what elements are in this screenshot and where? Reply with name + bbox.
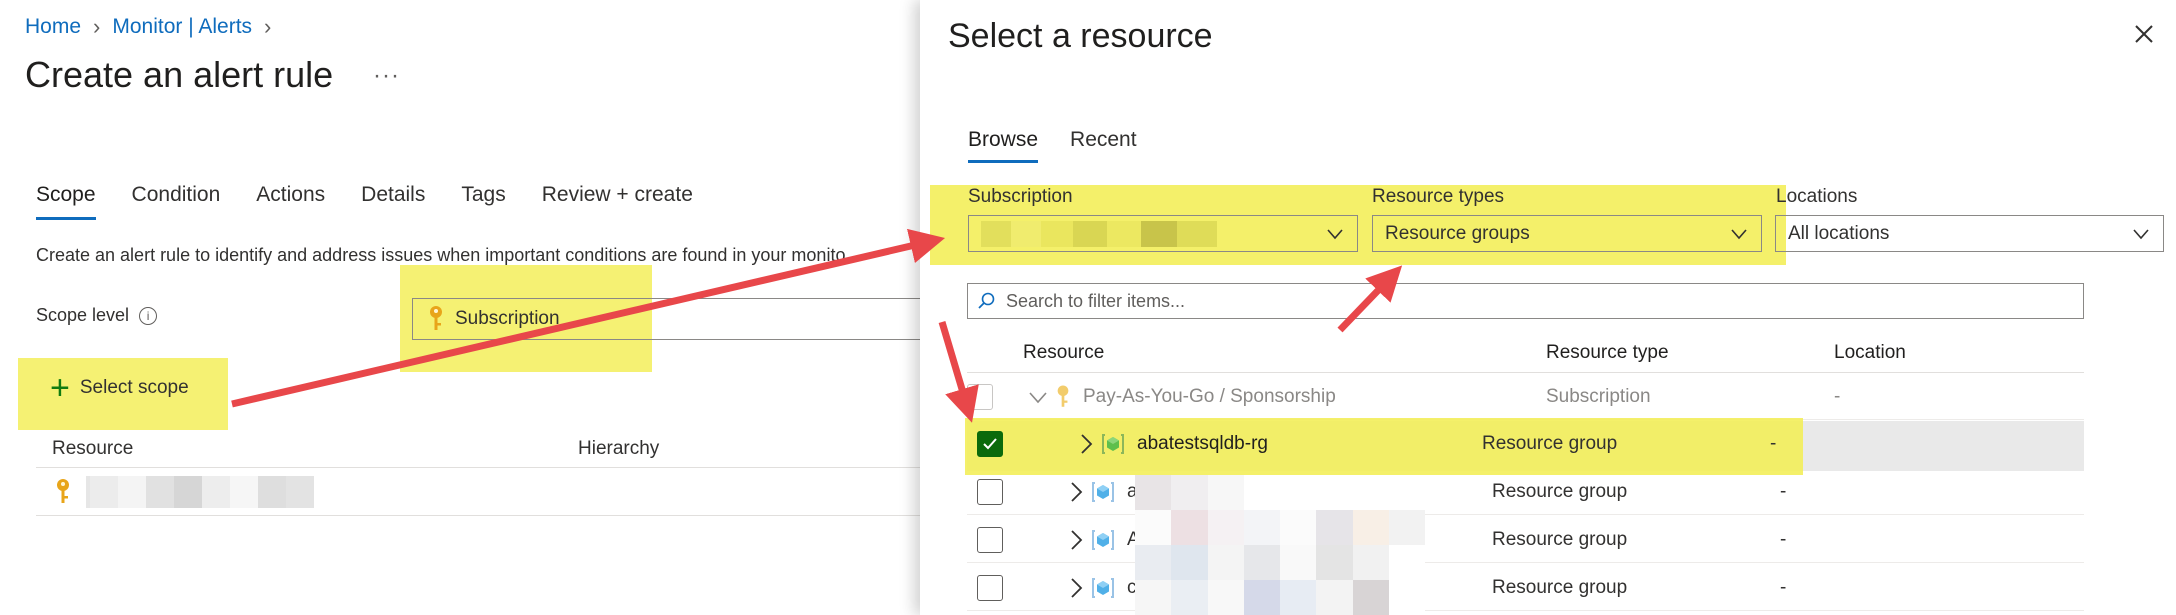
select-resource-blade: Select a resource Browse Recent Subscrip…	[920, 0, 2176, 615]
more-options-icon[interactable]: ···	[373, 62, 400, 90]
tab-actions[interactable]: Actions	[256, 183, 325, 220]
scope-level-value: Subscription	[455, 308, 560, 329]
resource-type: Resource group	[1492, 576, 1628, 598]
search-icon	[978, 292, 995, 309]
table-row	[36, 468, 920, 516]
locations-label: Locations	[1776, 186, 1858, 207]
row-checkbox-checked[interactable]	[977, 431, 1003, 457]
blade-title: Select a resource	[948, 17, 1213, 55]
locations-value: All locations	[1788, 222, 1890, 244]
subscription-label: Subscription	[968, 186, 1073, 207]
column-resource-type: Resource type	[1546, 341, 1669, 363]
search-input[interactable]: Search to filter items...	[967, 283, 2084, 319]
column-resource: Resource	[1023, 341, 1105, 363]
breadcrumb-home[interactable]: Home	[25, 15, 81, 39]
chevron-right-icon[interactable]	[1067, 528, 1085, 552]
breadcrumb-monitor-alerts[interactable]: Monitor | Alerts	[112, 15, 252, 39]
resource-group-icon	[1092, 481, 1114, 502]
key-icon	[1057, 384, 1069, 407]
chevron-right-icon[interactable]	[1077, 432, 1095, 456]
chevron-right-icon: ›	[264, 14, 272, 39]
resource-location: -	[1780, 576, 1787, 598]
column-resource: Resource	[52, 437, 134, 459]
tab-tags[interactable]: Tags	[461, 183, 505, 220]
row-checkbox[interactable]	[977, 478, 1003, 505]
tab-details[interactable]: Details	[361, 183, 425, 220]
tab-browse[interactable]: Browse	[968, 128, 1039, 163]
table-row[interactable]: abatestsqldb-rg Resource group -	[967, 421, 2084, 467]
resource-types-value: Resource groups	[1385, 222, 1530, 244]
redacted-text	[981, 220, 1217, 247]
info-icon[interactable]: i	[139, 306, 158, 325]
row-checkbox	[967, 383, 993, 410]
blade-tabs: Browse Recent	[968, 128, 1137, 163]
resource-type: Resource group	[1492, 480, 1628, 502]
column-hierarchy: Hierarchy	[578, 437, 660, 459]
plus-icon: +	[50, 369, 70, 407]
chevron-down-icon[interactable]	[1027, 386, 1049, 408]
chevron-down-icon	[1327, 229, 1343, 240]
chevron-right-icon[interactable]	[1067, 576, 1085, 600]
breadcrumb: Home › Monitor | Alerts ›	[25, 14, 271, 40]
resource-types-dropdown[interactable]: Resource groups	[1372, 215, 1762, 252]
resource-name: abatestsqldb-rg	[1137, 433, 1268, 454]
column-location: Location	[1834, 341, 1906, 363]
table-row: Pay-As-You-Go / Sponsorship Subscription…	[967, 374, 2084, 420]
scope-level-field: Subscription	[412, 298, 922, 340]
resource-location: -	[1834, 385, 1841, 407]
key-icon	[430, 306, 442, 330]
select-scope-label: Select scope	[79, 377, 189, 398]
selected-resources-table: Resource Hierarchy	[36, 430, 920, 516]
redacted-names	[1135, 475, 1425, 615]
page-title: Create an alert rule	[25, 54, 334, 95]
resource-group-icon	[1092, 529, 1114, 550]
scope-level-text: Scope level	[36, 305, 130, 325]
redacted-text	[86, 475, 314, 508]
chevron-down-icon	[1731, 229, 1747, 240]
resource-location: -	[1770, 433, 1777, 454]
search-placeholder: Search to filter items...	[1006, 290, 1186, 311]
resource-location: -	[1780, 528, 1787, 550]
row-checkbox[interactable]	[977, 574, 1003, 601]
chevron-right-icon: ›	[93, 14, 101, 39]
tab-recent[interactable]: Recent	[1070, 128, 1137, 163]
scope-level-label: Scope level i	[36, 305, 158, 326]
tab-condition[interactable]: Condition	[132, 183, 221, 220]
resource-name: Pay-As-You-Go / Sponsorship	[1083, 385, 1336, 407]
resource-grid-header: Resource Resource type Location	[967, 333, 2084, 373]
select-scope-button[interactable]: + Select scope	[50, 369, 189, 407]
row-checkbox[interactable]	[977, 526, 1003, 553]
page-description: Create an alert rule to identify and add…	[36, 245, 846, 265]
resource-types-label: Resource types	[1372, 186, 1505, 207]
checkmark-icon	[983, 438, 997, 450]
alert-rule-page: Home › Monitor | Alerts › Create an aler…	[0, 0, 922, 615]
wizard-tabs: Scope Condition Actions Details Tags Rev…	[36, 183, 693, 220]
chevron-down-icon	[2133, 229, 2149, 240]
resource-type: Resource group	[1492, 528, 1628, 550]
key-icon	[57, 478, 69, 503]
locations-dropdown[interactable]: All locations	[1775, 215, 2164, 252]
close-icon[interactable]	[2130, 20, 2158, 48]
resource-type: Subscription	[1546, 385, 1651, 407]
tab-review-create[interactable]: Review + create	[542, 183, 693, 220]
resource-type: Resource group	[1482, 433, 1618, 454]
table-header: Resource Hierarchy	[36, 430, 920, 468]
tab-scope[interactable]: Scope	[36, 183, 96, 220]
chevron-right-icon[interactable]	[1067, 480, 1085, 504]
subscription-dropdown[interactable]	[968, 215, 1358, 252]
resource-location: -	[1780, 480, 1787, 502]
resource-group-icon	[1092, 577, 1114, 598]
resource-group-icon	[1102, 434, 1124, 454]
